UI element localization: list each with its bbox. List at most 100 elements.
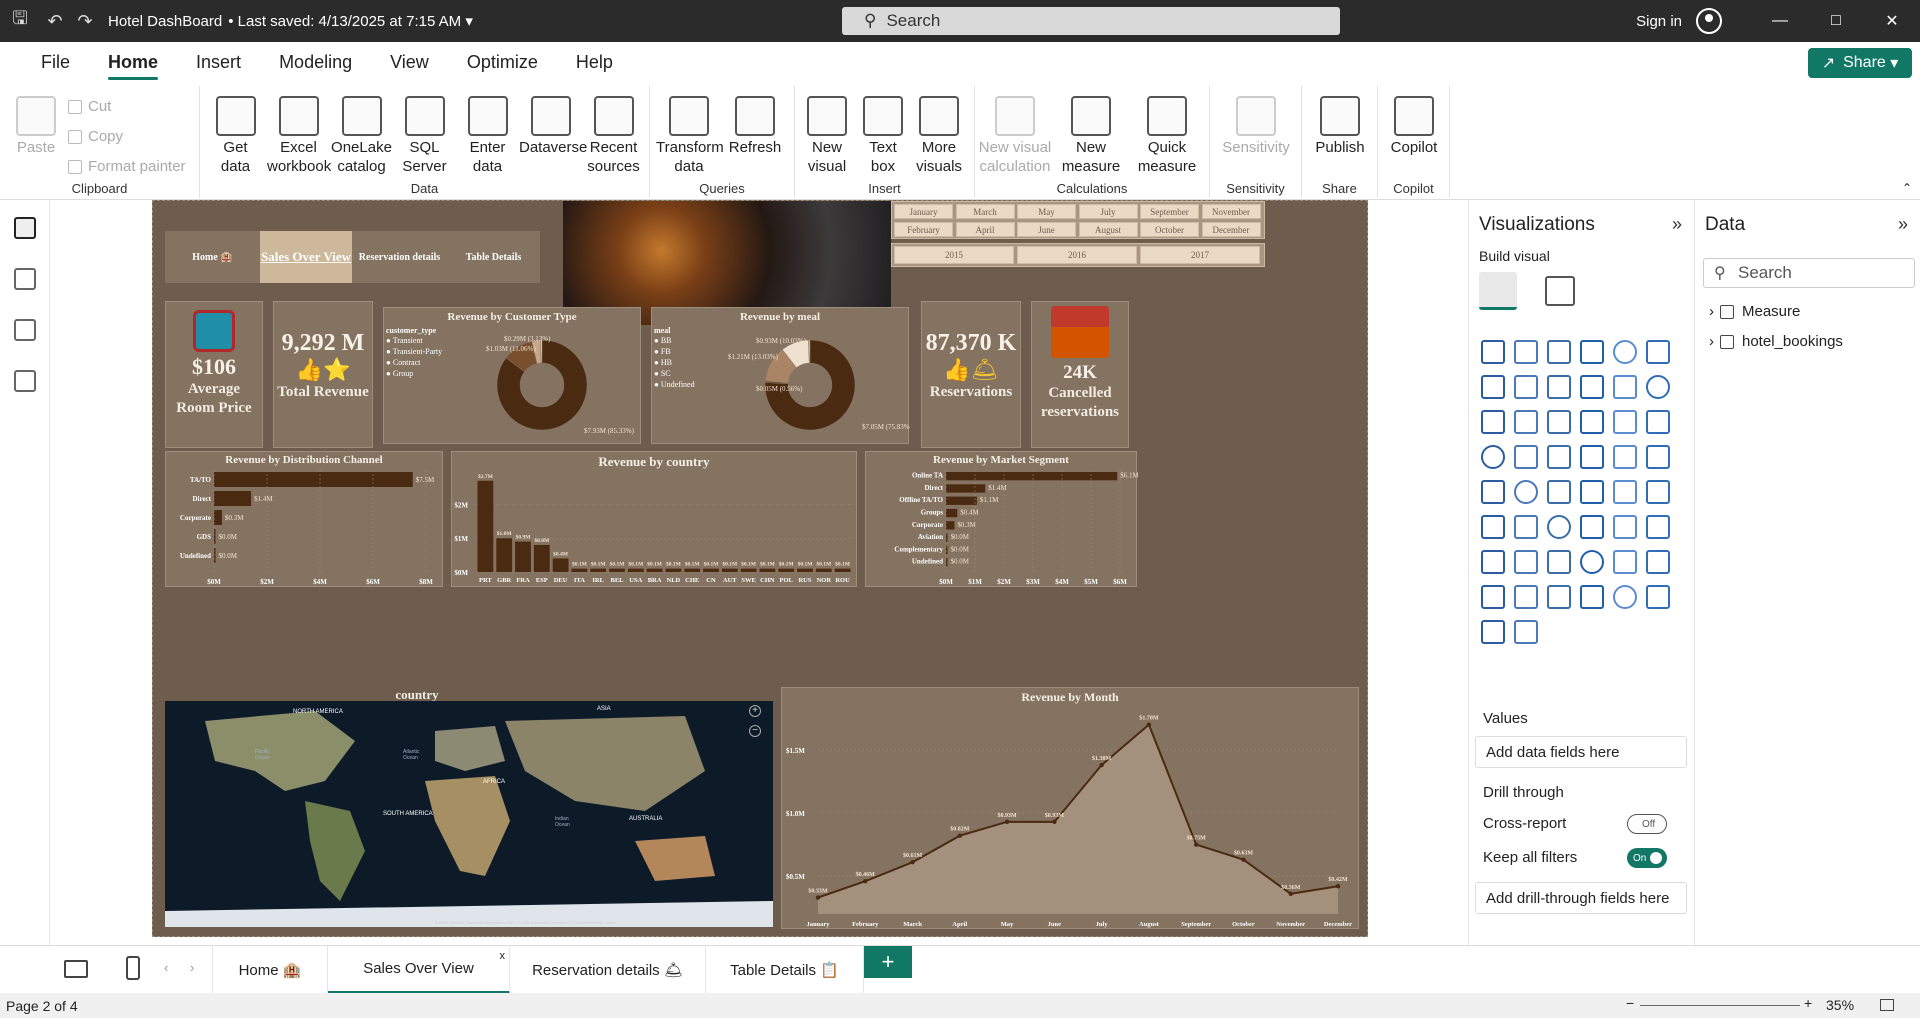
visual-type-icon[interactable] (1646, 480, 1670, 504)
calculations-new-button[interactable]: New measure (1053, 96, 1129, 176)
distribution-channel-chart[interactable]: Revenue by Distribution Channel TA/TO $7.… (165, 451, 443, 587)
visual-type-icon[interactable] (1547, 410, 1571, 434)
data-dataverse-button[interactable]: Dataverse (519, 96, 587, 157)
user-avatar-icon[interactable] (1696, 8, 1722, 34)
prev-page-icon[interactable]: ‹ (164, 960, 168, 975)
add-data-field-well[interactable]: Add data fields here (1475, 736, 1687, 768)
menu-optimize[interactable]: Optimize (448, 42, 557, 82)
month-slicer-option[interactable]: April (955, 222, 1015, 237)
nav-sales-button[interactable]: Sales Over View (260, 231, 352, 283)
visual-type-icon[interactable] (1646, 375, 1670, 399)
kpi-reservations[interactable]: 87,370 K 👍🛎 Reservations (921, 301, 1021, 448)
visual-type-icon[interactable] (1481, 480, 1505, 504)
visual-type-icon[interactable] (1547, 585, 1571, 609)
collapse-data-pane-icon[interactable]: » (1898, 214, 1908, 235)
visual-type-icon[interactable] (1646, 515, 1670, 539)
next-page-icon[interactable]: › (190, 960, 194, 975)
format-visual-tab-icon[interactable] (1545, 276, 1575, 306)
visual-type-icon[interactable] (1481, 515, 1505, 539)
data-get-button[interactable]: Get data (204, 96, 267, 176)
close-tab-icon[interactable]: x (500, 950, 506, 962)
fit-page-icon[interactable] (1880, 999, 1894, 1011)
year-slicer-option[interactable]: 2017 (1140, 246, 1260, 264)
zoom-out-button[interactable]: − (749, 725, 761, 737)
redo-icon[interactable]: ↷ (70, 0, 100, 42)
menu-help[interactable]: Help (557, 42, 632, 82)
data-onelake-button[interactable]: OneLake catalog (330, 96, 393, 176)
kpi-total-revenue[interactable]: 9,292 M 👍⭐ Total Revenue (273, 301, 373, 448)
year-slicer-option[interactable]: 2016 (1017, 246, 1137, 264)
share-button[interactable]: ↗ Share ▾ (1808, 48, 1912, 78)
minimize-button[interactable]: — (1752, 0, 1808, 42)
month-slicer-option[interactable]: May (1017, 204, 1076, 219)
month-slicer-option[interactable]: January (894, 204, 953, 219)
visual-type-icon[interactable] (1580, 585, 1604, 609)
visual-type-icon[interactable] (1481, 375, 1505, 399)
visual-type-icon[interactable] (1514, 340, 1538, 364)
visual-type-icon[interactable] (1514, 585, 1538, 609)
visual-type-icon[interactable] (1481, 410, 1505, 434)
menu-file[interactable]: File (22, 42, 89, 82)
visual-type-icon[interactable] (1646, 410, 1670, 434)
insert-more-button[interactable]: More visuals (911, 96, 967, 176)
visual-type-icon[interactable] (1613, 445, 1637, 469)
cross-report-toggle[interactable]: Off (1627, 814, 1667, 834)
add-drill-through-field-well[interactable]: Add drill-through fields here (1475, 882, 1687, 914)
month-slicer-option[interactable]: March (955, 204, 1015, 219)
visual-type-icon[interactable] (1514, 550, 1538, 574)
month-slicer-option[interactable]: December (1201, 222, 1261, 237)
visual-type-icon[interactable] (1481, 585, 1505, 609)
visual-type-icon[interactable] (1646, 340, 1670, 364)
undo-icon[interactable]: ↶ (40, 0, 70, 42)
month-slicer-option[interactable]: September (1140, 204, 1199, 219)
add-page-button[interactable]: + (864, 946, 912, 978)
visual-type-icon[interactable] (1646, 585, 1670, 609)
data-enter-button[interactable]: Enter data (456, 96, 519, 176)
paste-button[interactable]: Paste (14, 96, 58, 157)
zoom-out-icon[interactable]: − (1626, 995, 1634, 1011)
sign-in-link[interactable]: Sign in (1636, 13, 1682, 30)
visual-type-icon[interactable] (1580, 445, 1604, 469)
page-tab-home[interactable]: Home 🏨 (212, 946, 328, 994)
customer-type-chart[interactable]: Revenue by Customer Type customer_type ● … (383, 307, 641, 444)
month-slicer-option[interactable]: June (1017, 222, 1076, 237)
visual-type-icon[interactable] (1580, 375, 1604, 399)
visual-type-icon[interactable] (1547, 340, 1571, 364)
visual-type-icon[interactable] (1514, 375, 1538, 399)
nav-table-button[interactable]: Table Details (447, 231, 540, 283)
visual-type-icon[interactable] (1514, 445, 1538, 469)
month-slicer-option[interactable]: July (1078, 204, 1138, 219)
maximize-button[interactable]: □ (1808, 0, 1864, 42)
page-tab-sales-over-view[interactable]: Sales Over View x (328, 946, 510, 994)
format-painter-button[interactable]: Format painter (68, 158, 186, 175)
meal-chart[interactable]: Revenue by meal meal ● BB ● FB ● HB ● SC ● Un… (651, 307, 910, 444)
visual-type-icon[interactable] (1613, 375, 1637, 399)
mobile-layout-icon[interactable] (126, 956, 140, 980)
model-view-icon[interactable] (13, 319, 36, 341)
month-slicer-option[interactable]: November (1201, 204, 1261, 219)
visual-type-icon[interactable] (1613, 585, 1637, 609)
visual-type-icon[interactable] (1481, 550, 1505, 574)
sensitivity-sensitivity-button[interactable]: Sensitivity (1216, 96, 1296, 157)
visual-type-icon[interactable] (1613, 410, 1637, 434)
month-slicer-option[interactable]: August (1078, 222, 1138, 237)
share-publish-button[interactable]: Publish (1306, 96, 1374, 157)
page-tab-table-details[interactable]: Table Details 📋 (706, 946, 864, 994)
visual-type-icon[interactable] (1514, 410, 1538, 434)
global-search-input[interactable]: ⚲ Search (842, 7, 1340, 35)
report-view-icon[interactable] (13, 217, 36, 239)
menu-insert[interactable]: Insert (177, 42, 260, 82)
queries-transform-button[interactable]: Transform data (656, 96, 724, 176)
collapse-pane-icon[interactable]: » (1672, 214, 1682, 235)
close-window-button[interactable]: ✕ (1864, 0, 1920, 42)
month-slicer-option[interactable]: February (894, 222, 953, 237)
country-revenue-chart[interactable]: Revenue by country $0M $1M $2M $2.7M PRT $1.0… (451, 451, 857, 587)
market-segment-chart[interactable]: Revenue by Market Segment Online TA $6.1M… (865, 451, 1138, 587)
data-excel-button[interactable]: Excel workbook (267, 96, 331, 176)
collapse-ribbon-icon[interactable]: ⌃ (1902, 181, 1912, 195)
table-view-icon[interactable] (13, 268, 36, 290)
menu-home[interactable]: Home (89, 42, 177, 82)
zoom-in-icon[interactable]: + (1804, 995, 1812, 1011)
dax-query-view-icon[interactable] (13, 370, 36, 392)
calculations-quick-button[interactable]: Quick measure (1129, 96, 1205, 176)
